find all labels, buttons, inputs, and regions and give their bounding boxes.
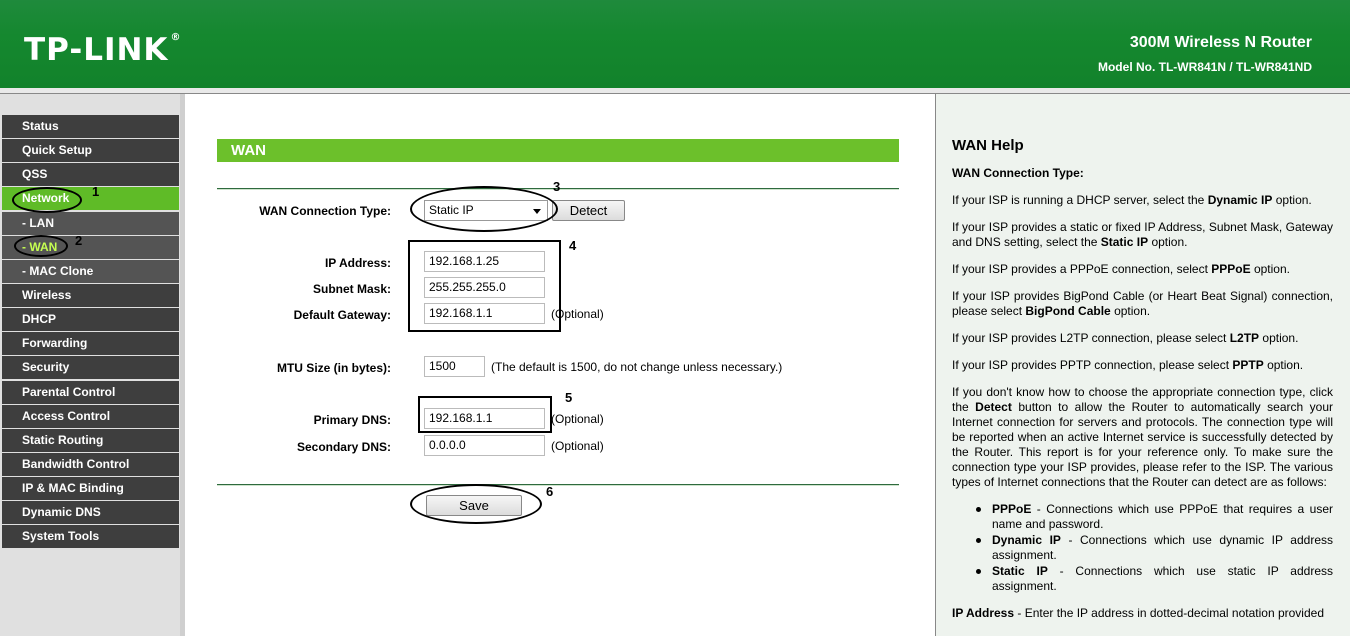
detect-button[interactable]: Detect (552, 200, 625, 221)
annotation-number-6: 6 (546, 484, 554, 499)
primary-dns-label: Primary DNS: (313, 413, 391, 427)
list-item: PPPoE - Connections which use PPPoE that… (976, 502, 1333, 532)
annotation-number-1: 1 (92, 184, 100, 199)
sidebar-item-wireless[interactable]: Wireless (2, 283, 179, 307)
sidebar-item-static-routing[interactable]: Static Routing (2, 428, 179, 452)
annotation-number-2: 2 (75, 233, 83, 248)
help-paragraph: IP Address - Enter the IP address in dot… (952, 606, 1324, 620)
sidebar-strip (180, 94, 185, 636)
sidebar: Status Quick Setup QSS Network - LAN - W… (0, 94, 185, 636)
divider-bottom (217, 484, 899, 486)
help-paragraph: If you don't know how to choose the appr… (952, 385, 1334, 489)
sidebar-item-lan[interactable]: - LAN (2, 211, 179, 235)
secondary-dns-optional: (Optional) (551, 439, 604, 453)
help-list: PPPoE - Connections which use PPPoE that… (976, 502, 1333, 594)
help-paragraph: If your ISP provides a PPPoE connection,… (952, 262, 1290, 276)
annotation-ellipse-type (410, 186, 558, 232)
annotation-number-4: 4 (569, 238, 577, 253)
help-paragraph: If your ISP is running a DHCP server, se… (952, 193, 1312, 207)
annotation-ellipse-network (12, 187, 82, 213)
model-number: Model No. TL-WR841N / TL-WR841ND (1097, 60, 1312, 74)
list-item: Static IP - Connections which use static… (976, 564, 1333, 594)
list-item: Dynamic IP - Connections which use dynam… (976, 533, 1333, 563)
sidebar-item-access-control[interactable]: Access Control (2, 404, 179, 428)
help-paragraph: If your ISP provides a static or fixed I… (952, 220, 1333, 249)
annotation-number-5: 5 (565, 390, 573, 405)
sidebar-item-quick-setup[interactable]: Quick Setup (2, 139, 179, 163)
annotation-rect-ip (408, 240, 561, 332)
sidebar-item-security[interactable]: Security (2, 356, 179, 380)
help-panel: WAN Help WAN Connection Type: If your IS… (935, 94, 1350, 636)
mtu-label: MTU Size (in bytes): (276, 361, 391, 375)
ip-label: IP Address: (324, 256, 391, 270)
help-paragraph: If your ISP provides PPTP connection, pl… (952, 358, 1304, 372)
secondary-dns-label: Secondary DNS: (296, 440, 391, 454)
wan-type-label: WAN Connection Type: (259, 204, 391, 218)
sidebar-item-mac-clone[interactable]: - MAC Clone (2, 259, 179, 283)
tplink-logo: TP-LINK ® (24, 32, 182, 68)
sidebar-item-forwarding[interactable]: Forwarding (2, 332, 179, 356)
sidebar-item-ip-mac-binding[interactable]: IP & MAC Binding (2, 477, 179, 501)
help-paragraph: If your ISP provides BigPond Cable (or H… (952, 289, 1333, 318)
annotation-rect-dns (418, 396, 552, 433)
mtu-note: (The default is 1500, do not change unle… (491, 360, 783, 374)
product-name: 300M Wireless N Router (1129, 34, 1312, 51)
header: TP-LINK ® 300M Wireless N Router Model No… (0, 0, 1350, 88)
sidebar-item-status[interactable]: Status (2, 115, 179, 138)
annotation-number-3: 3 (553, 179, 561, 194)
gateway-label: Default Gateway: (293, 308, 391, 322)
sidebar-item-bandwidth-control[interactable]: Bandwidth Control (2, 452, 179, 476)
mask-label: Subnet Mask: (312, 282, 391, 296)
help-subtitle: WAN Connection Type: (952, 166, 1084, 180)
help-paragraph: If your ISP provides L2TP connection, pl… (952, 331, 1299, 345)
section-title: WAN (217, 139, 899, 162)
annotation-ellipse-wan (14, 235, 68, 257)
annotation-ellipse-save (410, 484, 542, 524)
secondary-dns-field[interactable]: 0.0.0.0 (424, 435, 545, 456)
sidebar-menu: Status Quick Setup QSS Network - LAN - W… (2, 115, 179, 550)
primary-dns-optional: (Optional) (551, 412, 604, 426)
sidebar-item-qss[interactable]: QSS (2, 163, 179, 187)
sidebar-item-dhcp[interactable]: DHCP (2, 308, 179, 332)
sidebar-item-system-tools[interactable]: System Tools (2, 525, 179, 549)
sidebar-item-dynamic-dns[interactable]: Dynamic DNS (2, 501, 179, 525)
sidebar-item-parental-control[interactable]: Parental Control (2, 380, 179, 404)
mtu-field[interactable]: 1500 (424, 356, 485, 377)
main-content: WAN WAN Connection Type: Static IP Detec… (186, 94, 935, 636)
help-title: WAN Help (952, 137, 1024, 154)
